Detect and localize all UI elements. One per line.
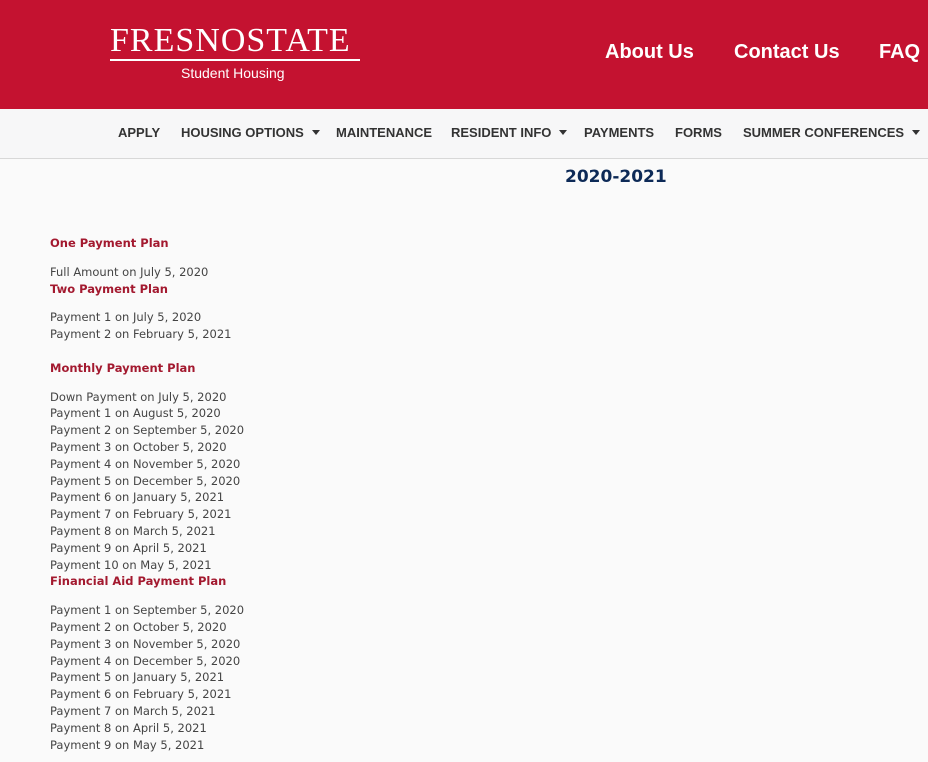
- plan-line: Payment 1 on August 5, 2020: [50, 406, 221, 420]
- plan-line: Payment 3 on October 5, 2020: [50, 440, 227, 454]
- plan-line: Full Amount on July 5, 2020: [50, 265, 209, 279]
- plan-line: Payment 8 on March 5, 2021: [50, 524, 216, 538]
- nav-forms[interactable]: FORMS: [675, 125, 722, 140]
- nav-label: PAYMENTS: [584, 125, 655, 140]
- plan-line: Payment 2 on October 5, 2020: [50, 620, 227, 634]
- plan-title: One Payment Plan: [50, 236, 169, 250]
- logo-wordmark: FRESNOSTATE: [110, 22, 351, 59]
- plan-line: Payment 4 on December 5, 2020: [50, 654, 241, 668]
- plan-line: Payment 2 on September 5, 2020: [50, 423, 245, 437]
- plan-line: Payment 2 on February 5, 2021: [50, 327, 232, 341]
- page-title: 2020-2021: [565, 167, 667, 187]
- plan-line: Payment 6 on February 5, 2021: [50, 687, 232, 701]
- plan-line: Payment 9 on May 5, 2021: [50, 738, 205, 752]
- nav-label: APPLY: [118, 125, 161, 140]
- nav-label: HOUSING OPTIONS: [181, 125, 304, 140]
- nav-label: SUMMER CONFERENCES: [743, 125, 905, 140]
- nav-label: FORMS: [675, 125, 722, 140]
- plan-line: Payment 8 on April 5, 2021: [50, 721, 207, 735]
- plan-title: Two Payment Plan: [50, 282, 168, 296]
- plan-line: Payment 5 on December 5, 2020: [50, 474, 241, 488]
- nav-label: RESIDENT INFO: [451, 125, 552, 140]
- fresno-state-logo[interactable]: FRESNOSTATE Student Housing: [110, 24, 362, 84]
- about-us-link[interactable]: About Us: [605, 41, 694, 64]
- nav-resident-info[interactable]: RESIDENT INFO: [451, 125, 568, 140]
- faq-link[interactable]: FAQ: [879, 41, 920, 64]
- nav-summer-conferences[interactable]: SUMMER CONFERENCES: [743, 125, 921, 140]
- plan-line: Payment 5 on January 5, 2021: [50, 670, 225, 684]
- logo-subtitle: Student Housing: [181, 65, 285, 81]
- site-header: FRESNOSTATE Student Housing About Us Con…: [0, 0, 928, 109]
- plan-line: Payment 9 on April 5, 2021: [50, 541, 207, 555]
- chevron-down-icon: [311, 130, 320, 135]
- plan-title: Financial Aid Payment Plan: [50, 574, 227, 588]
- plan-title: Monthly Payment Plan: [50, 361, 196, 375]
- nav-label: MAINTENANCE: [336, 125, 433, 140]
- plan-line: Payment 4 on November 5, 2020: [50, 457, 241, 471]
- main-nav: APPLY HOUSING OPTIONS MAINTENANCE RESIDE…: [0, 109, 928, 159]
- plan-line: Down Payment on July 5, 2020: [50, 390, 227, 404]
- nav-payments[interactable]: PAYMENTS: [584, 125, 654, 140]
- plan-line: Payment 6 on January 5, 2021: [50, 490, 225, 504]
- nav-apply[interactable]: APPLY: [118, 125, 160, 140]
- plan-line: Payment 7 on March 5, 2021: [50, 704, 216, 718]
- plan-line: Payment 3 on November 5, 2020: [50, 637, 241, 651]
- contact-us-link[interactable]: Contact Us: [734, 41, 840, 64]
- chevron-down-icon: [559, 130, 568, 135]
- plan-line: Payment 10 on May 5, 2021: [50, 558, 212, 572]
- nav-maintenance[interactable]: MAINTENANCE: [336, 125, 432, 140]
- chevron-down-icon: [912, 130, 921, 135]
- plan-line: Payment 7 on February 5, 2021: [50, 507, 232, 521]
- logo-divider: [110, 59, 360, 61]
- plan-line: Payment 1 on September 5, 2020: [50, 603, 245, 617]
- nav-housing-options[interactable]: HOUSING OPTIONS: [181, 125, 320, 140]
- plan-line: Payment 1 on July 5, 2020: [50, 310, 202, 324]
